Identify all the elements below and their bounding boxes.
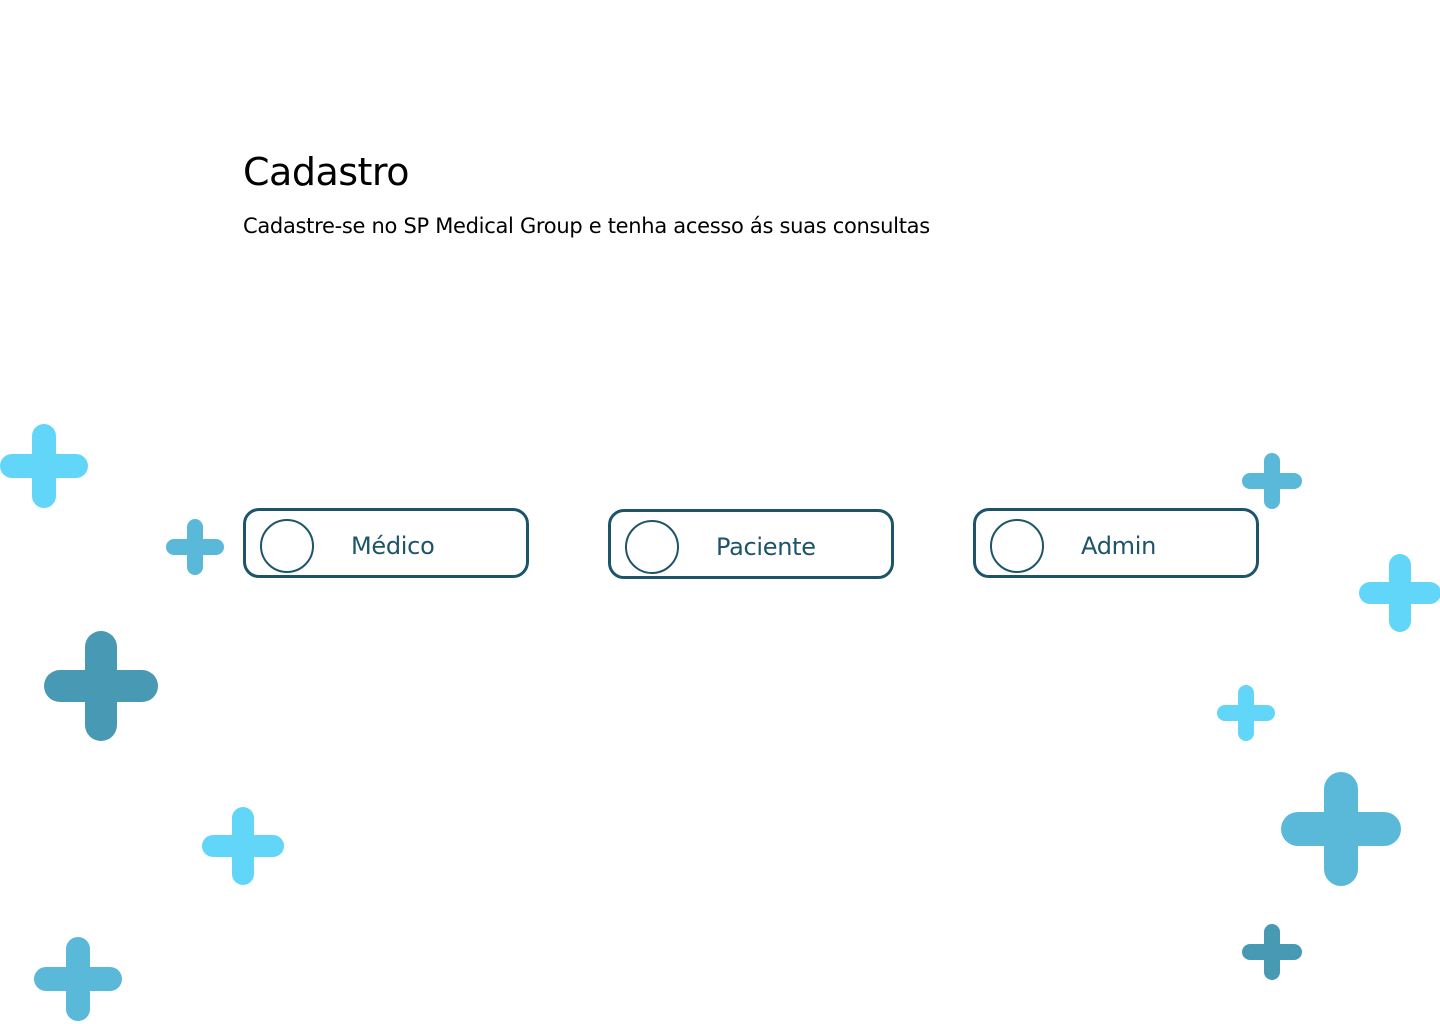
radio-circle-icon[interactable] bbox=[990, 519, 1044, 573]
plus-icon bbox=[34, 937, 122, 1021]
role-label-paciente: Paciente bbox=[716, 533, 816, 561]
plus-icon bbox=[1281, 772, 1401, 886]
role-label-medico: Médico bbox=[351, 532, 435, 560]
plus-icon bbox=[1359, 554, 1440, 632]
role-option-medico[interactable]: Médico bbox=[243, 508, 529, 578]
plus-icon bbox=[44, 631, 158, 741]
role-option-admin[interactable]: Admin bbox=[973, 508, 1259, 578]
plus-icon bbox=[1217, 685, 1275, 741]
plus-icon bbox=[1242, 924, 1302, 980]
page-subtitle: Cadastre-se no SP Medical Group e tenha … bbox=[243, 214, 930, 238]
role-option-paciente[interactable]: Paciente bbox=[608, 509, 894, 579]
plus-icon bbox=[202, 807, 284, 885]
plus-icon bbox=[1242, 453, 1302, 509]
radio-circle-icon[interactable] bbox=[260, 519, 314, 573]
page-title: Cadastro bbox=[243, 150, 409, 194]
role-label-admin: Admin bbox=[1081, 532, 1156, 560]
radio-circle-icon[interactable] bbox=[625, 520, 679, 574]
plus-icon bbox=[166, 519, 224, 575]
plus-icon bbox=[0, 424, 88, 508]
